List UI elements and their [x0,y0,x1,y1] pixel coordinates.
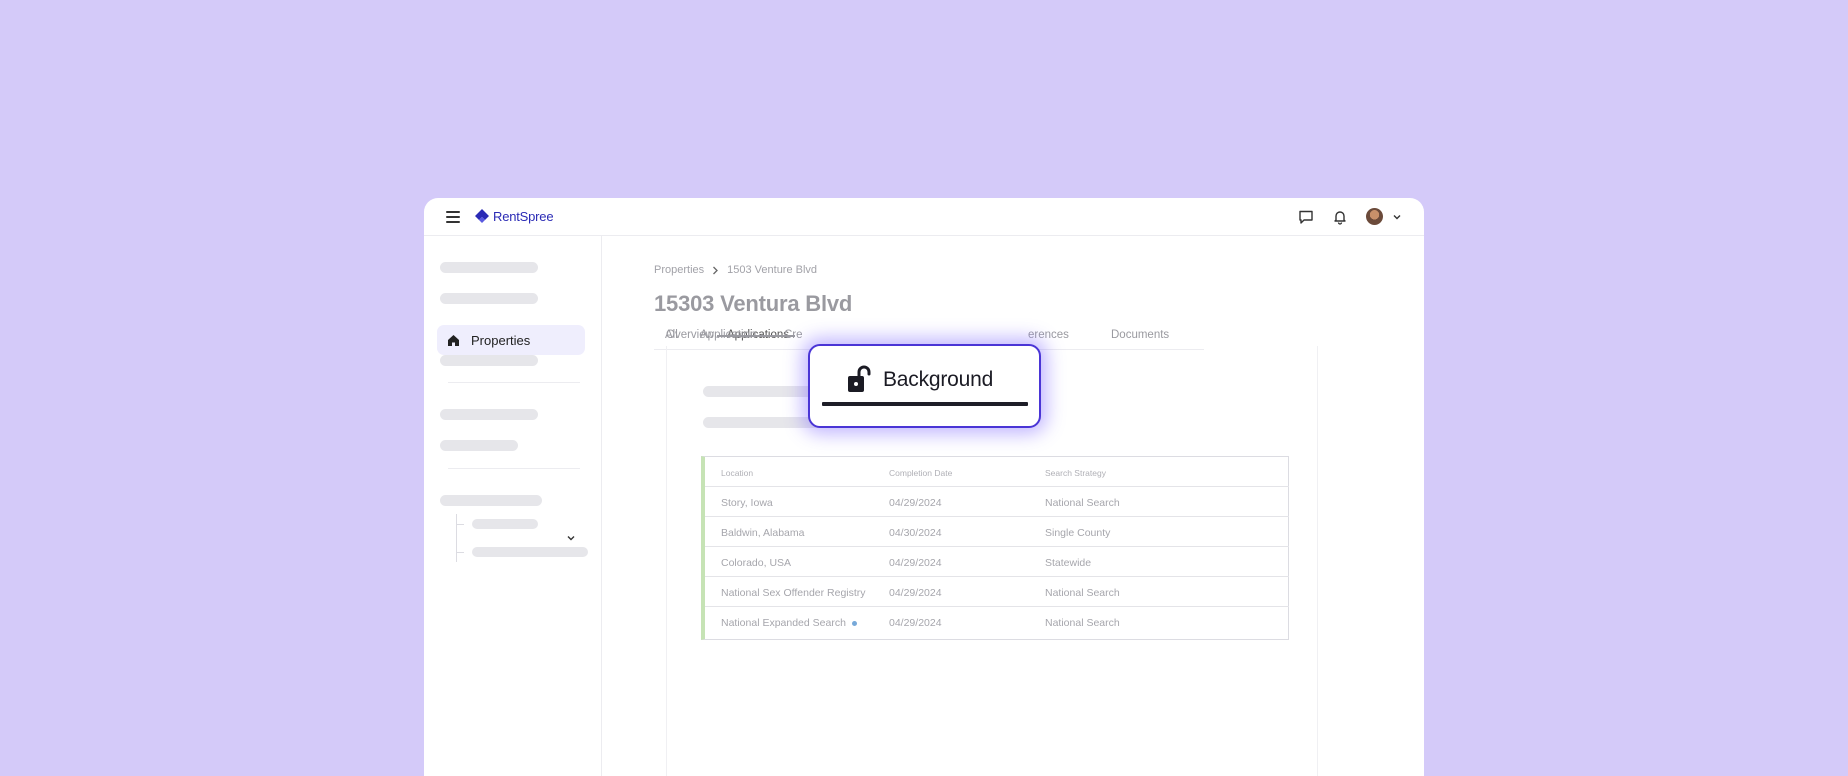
cell-search-strategy: National Search [1045,587,1120,599]
tree-connector [456,524,464,525]
table-header-search-strategy: Search Strategy [1045,468,1106,478]
brand-logo[interactable]: RentSpree [474,208,554,224]
page-title: 15303 Ventura Blvd [654,291,853,316]
hamburger-icon[interactable] [446,211,460,223]
sidebar-item-placeholder[interactable] [440,409,538,420]
cell-location: National Sex Offender Registry [721,587,866,599]
app-window: RentSpree Properties Properties 1503 Ven… [424,198,1424,776]
table-header-row: Location Completion Date Search Strategy [705,457,1289,487]
sidebar-subitem-placeholder[interactable] [472,519,538,529]
table-header-location: Location [721,468,754,478]
callout-label: Background [883,368,994,391]
sidebar-group-placeholder[interactable] [440,495,542,506]
bell-icon[interactable] [1332,209,1348,225]
cell-search-strategy: National Search [1045,497,1120,509]
cell-completion-date: 04/30/2024 [889,527,942,539]
cell-search-strategy: National Search [1045,617,1120,629]
cell-search-strategy: Single County [1045,527,1111,539]
subtab-references[interactable]: erences [1028,329,1069,341]
top-bar: RentSpree [424,198,1424,236]
tree-connector [456,514,457,562]
table-header-completion-date: Completion Date [889,468,953,478]
sidebar-item-placeholder[interactable] [440,440,518,451]
subtab-credit[interactable]: Cre [784,329,803,341]
cell-completion-date: 04/29/2024 [889,587,942,599]
sidebar-item-label: Properties [471,332,531,348]
cell-completion-date: 04/29/2024 [889,617,942,629]
subtab-documents[interactable]: Documents [1111,329,1169,341]
table-row: National Expanded Search 04/29/2024 Nati… [705,607,1289,637]
table-row: National Sex Offender Registry 04/29/202… [705,577,1289,607]
sidebar-subitem-placeholder[interactable] [472,547,588,557]
background-tab-callout[interactable]: Background [808,344,1041,428]
chevron-down-icon[interactable] [1392,212,1402,222]
cell-location: Baldwin, Alabama [721,527,805,539]
breadcrumb-current: 1503 Venture Blvd [727,264,818,276]
cell-search-strategy: Statewide [1045,557,1092,569]
cell-location: Colorado, USA [721,557,792,569]
sidebar: Properties [424,236,602,776]
breadcrumb: Properties 1503 Venture Blvd [654,264,817,276]
table-row: Colorado, USA 04/29/2024 Statewide [705,547,1289,577]
info-dot-icon [851,620,857,626]
sidebar-item-placeholder[interactable] [440,293,538,304]
sidebar-item-placeholder[interactable] [440,262,538,273]
cell-location-text: National Expanded Search [721,617,846,629]
cell-completion-date: 04/29/2024 [889,557,942,569]
cell-location: Story, Iowa [721,497,773,509]
chevron-right-icon [713,266,719,274]
unlock-icon [848,365,871,392]
sidebar-divider [448,382,580,383]
table-row: Baldwin, Alabama 04/30/2024 Single Count… [705,517,1289,547]
active-tab-underline [822,402,1028,406]
brand-name: RentSpree [493,208,554,224]
cell-location: National Expanded Search [721,617,857,629]
cell-completion-date: 04/29/2024 [889,497,942,509]
subtab-all[interactable]: All [665,329,678,341]
chat-icon[interactable] [1298,209,1314,225]
sidebar-item-placeholder[interactable] [440,355,538,366]
background-search-table: Location Completion Date Search Strategy… [701,456,1289,640]
avatar[interactable] [1366,208,1383,225]
sidebar-item-properties[interactable]: Properties [437,325,585,355]
table-row: Story, Iowa 04/29/2024 National Search [705,487,1289,517]
tree-connector [456,552,464,553]
home-icon [448,334,459,346]
chevron-down-icon[interactable] [566,533,576,543]
breadcrumb-root[interactable]: Properties [654,264,704,276]
subtab-application[interactable]: Application [700,329,756,341]
rentspree-logo-icon [475,209,489,223]
sidebar-divider [448,468,580,469]
